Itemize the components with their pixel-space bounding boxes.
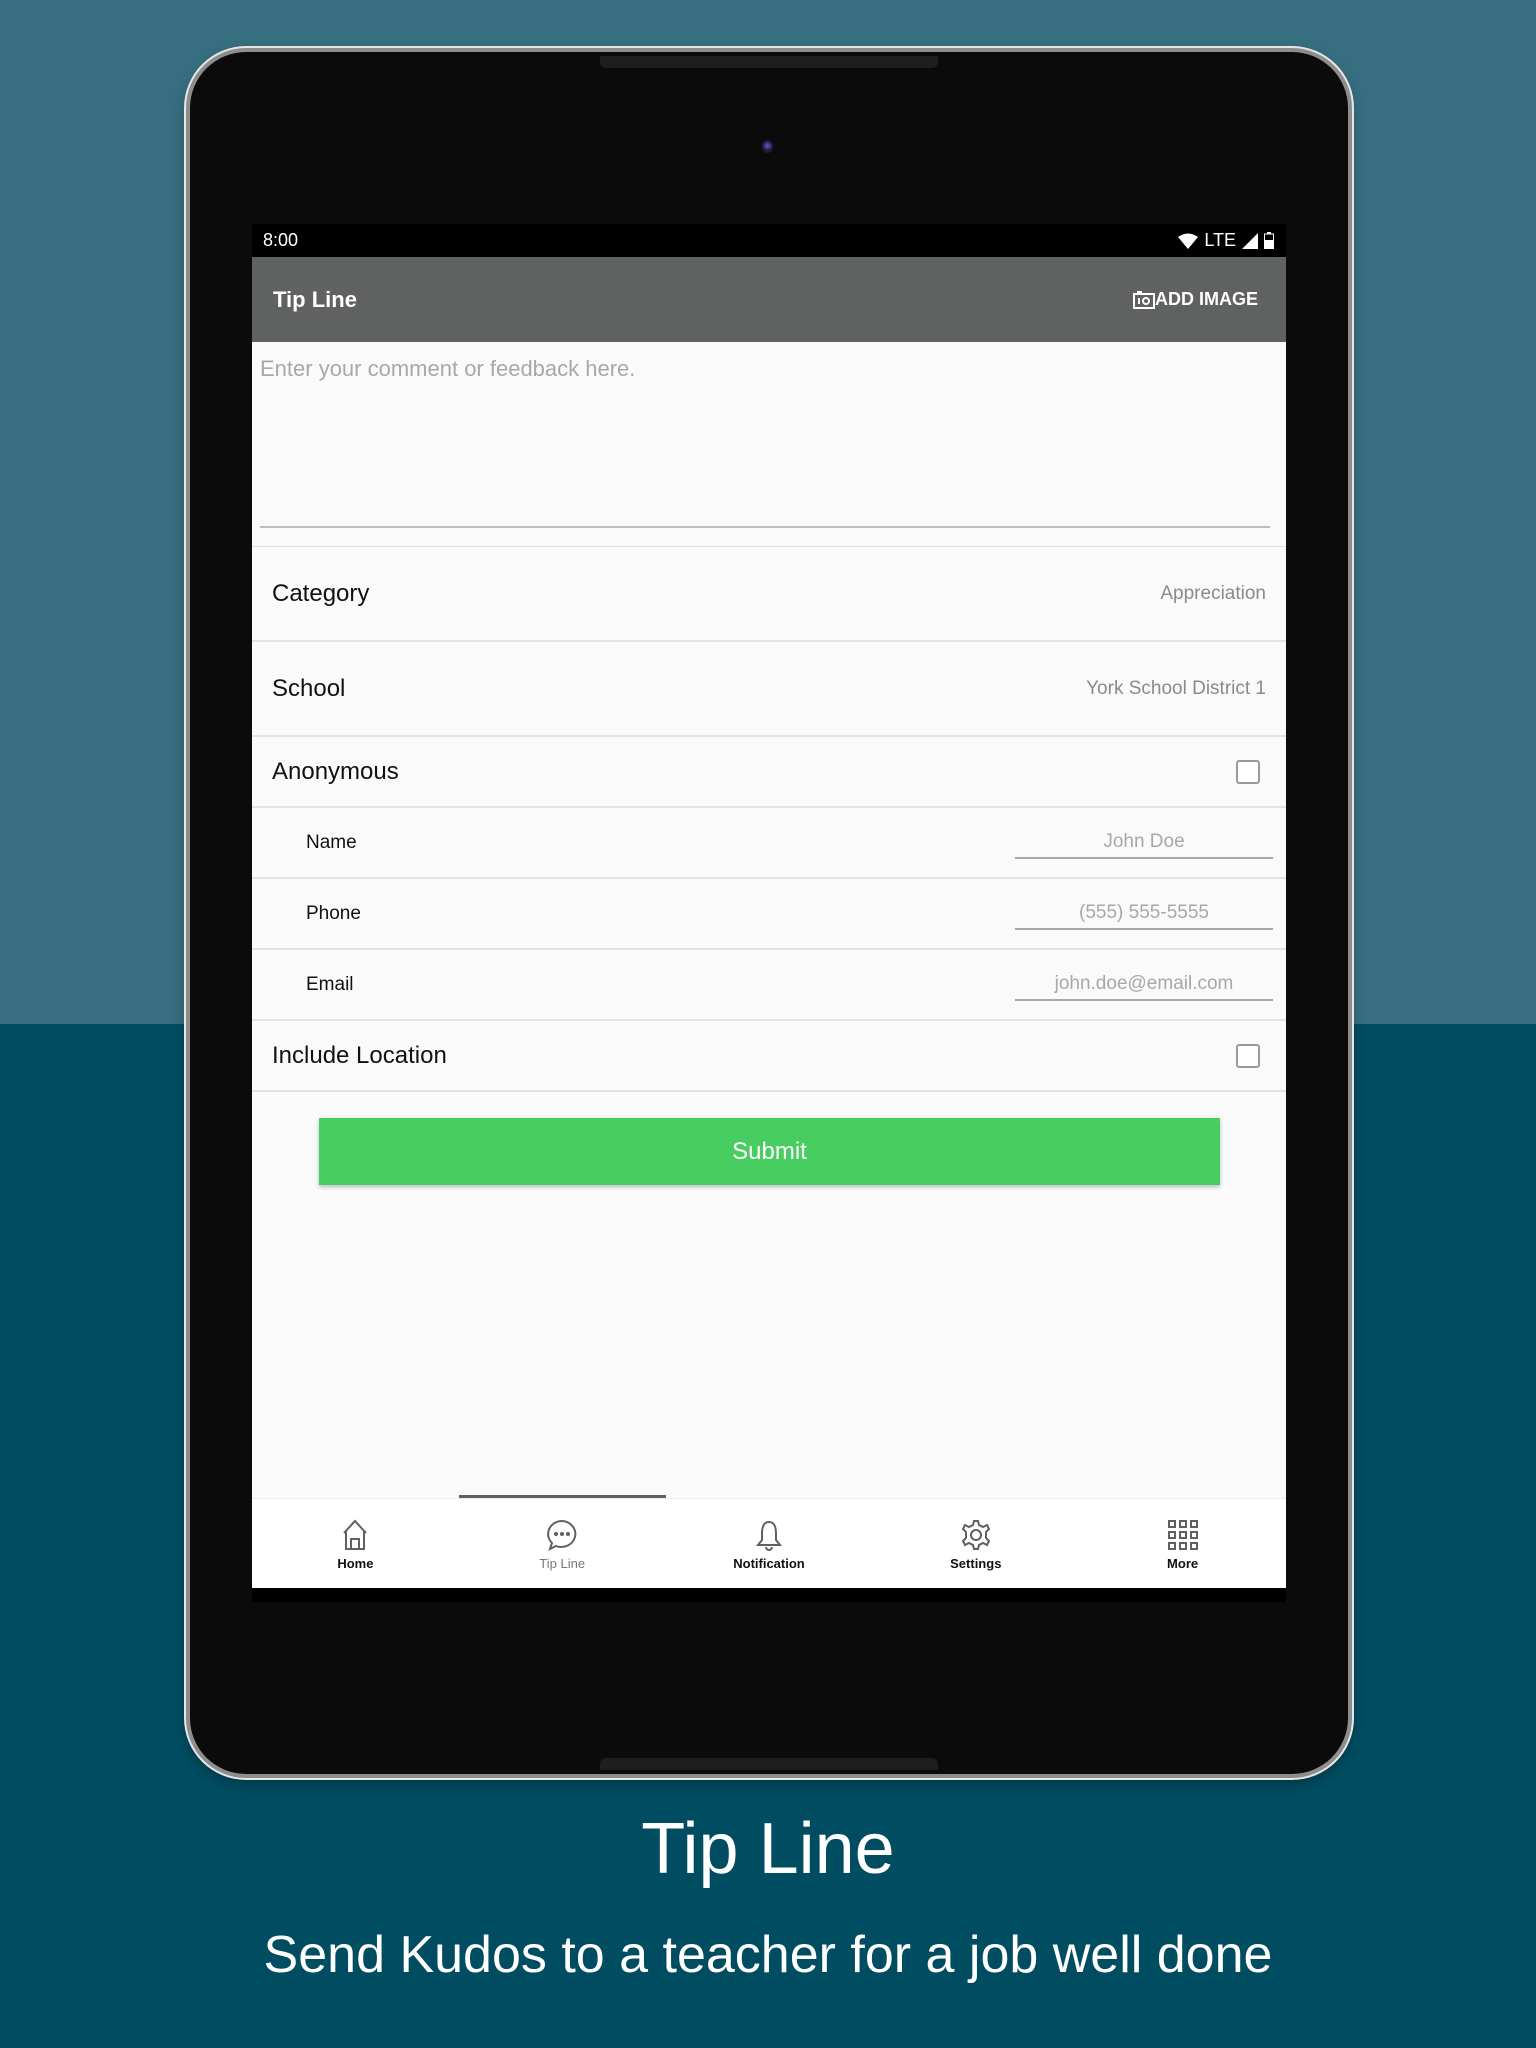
add-image-button[interactable]: ADD IMAGE [1133, 289, 1258, 310]
wifi-icon [1178, 233, 1199, 249]
comment-input[interactable] [260, 356, 1270, 528]
email-field[interactable] [1015, 968, 1273, 1001]
phone-label: Phone [306, 902, 361, 924]
tab-tip-line[interactable]: Tip Line [459, 1499, 666, 1589]
anonymous-label: Anonymous [272, 757, 399, 785]
tab-more[interactable]: More [1079, 1499, 1286, 1589]
tab-label: Tip Line [539, 1555, 586, 1571]
name-field[interactable] [1015, 826, 1273, 859]
bell-icon [755, 1520, 783, 1551]
school-value: York School District 1 [1086, 677, 1266, 699]
tab-label: Home [337, 1555, 374, 1571]
chat-bubble-icon [547, 1519, 577, 1551]
home-icon [343, 1519, 368, 1550]
include-location-checkbox[interactable] [1236, 1043, 1260, 1068]
email-label: Email [306, 973, 354, 995]
system-nav-bar [252, 1588, 1286, 1602]
include-location-label: Include Location [272, 1041, 447, 1069]
school-row[interactable]: School York School District 1 [252, 642, 1286, 737]
anonymous-checkbox[interactable] [1236, 759, 1260, 784]
bottom-tab-bar: Home Tip Line Notification Settings More [252, 1498, 1286, 1589]
app-screen: 8:00 LTE Tip Line ADD IMAGE Category App… [252, 224, 1286, 1602]
phone-row: Phone [252, 879, 1286, 950]
category-value: Appreciation [1160, 582, 1266, 604]
caption-subtitle: Send Kudos to a teacher for a job well d… [263, 1926, 1273, 1984]
add-image-label: ADD IMAGE [1155, 289, 1258, 309]
app-bar: Tip Line ADD IMAGE [252, 257, 1286, 342]
tab-notification[interactable]: Notification [666, 1499, 873, 1589]
name-row: Name [252, 808, 1286, 879]
tablet-frame: 8:00 LTE Tip Line ADD IMAGE Category App… [190, 52, 1348, 1774]
category-row[interactable]: Category Appreciation [252, 547, 1286, 642]
page-title: Tip Line [273, 286, 357, 312]
front-camera [762, 140, 773, 153]
tab-label: More [1167, 1555, 1199, 1571]
phone-field[interactable] [1015, 897, 1273, 930]
tab-settings[interactable]: Settings [872, 1499, 1079, 1589]
tablet-notch [600, 56, 938, 68]
caption-title: Tip Line [641, 1809, 895, 1889]
anonymous-row: Anonymous [252, 737, 1286, 808]
school-label: School [272, 674, 346, 702]
battery-icon [1264, 232, 1274, 249]
network-type: LTE [1204, 230, 1236, 250]
status-time: 8:00 [263, 230, 299, 250]
status-bar: 8:00 LTE [252, 224, 1286, 257]
comment-section [252, 342, 1286, 547]
email-row: Email [252, 950, 1286, 1021]
tab-label: Settings [950, 1555, 1002, 1571]
grid-icon [1167, 1519, 1198, 1550]
signal-icon [1242, 232, 1258, 249]
camera-icon [1133, 290, 1155, 309]
include-location-row: Include Location [252, 1021, 1286, 1092]
tab-home[interactable]: Home [252, 1499, 459, 1589]
name-label: Name [306, 831, 357, 853]
tablet-notch [600, 1758, 938, 1770]
category-label: Category [272, 579, 370, 607]
tab-label: Notification [733, 1555, 805, 1571]
submit-button[interactable]: Submit [319, 1118, 1220, 1185]
gear-icon [961, 1519, 990, 1550]
